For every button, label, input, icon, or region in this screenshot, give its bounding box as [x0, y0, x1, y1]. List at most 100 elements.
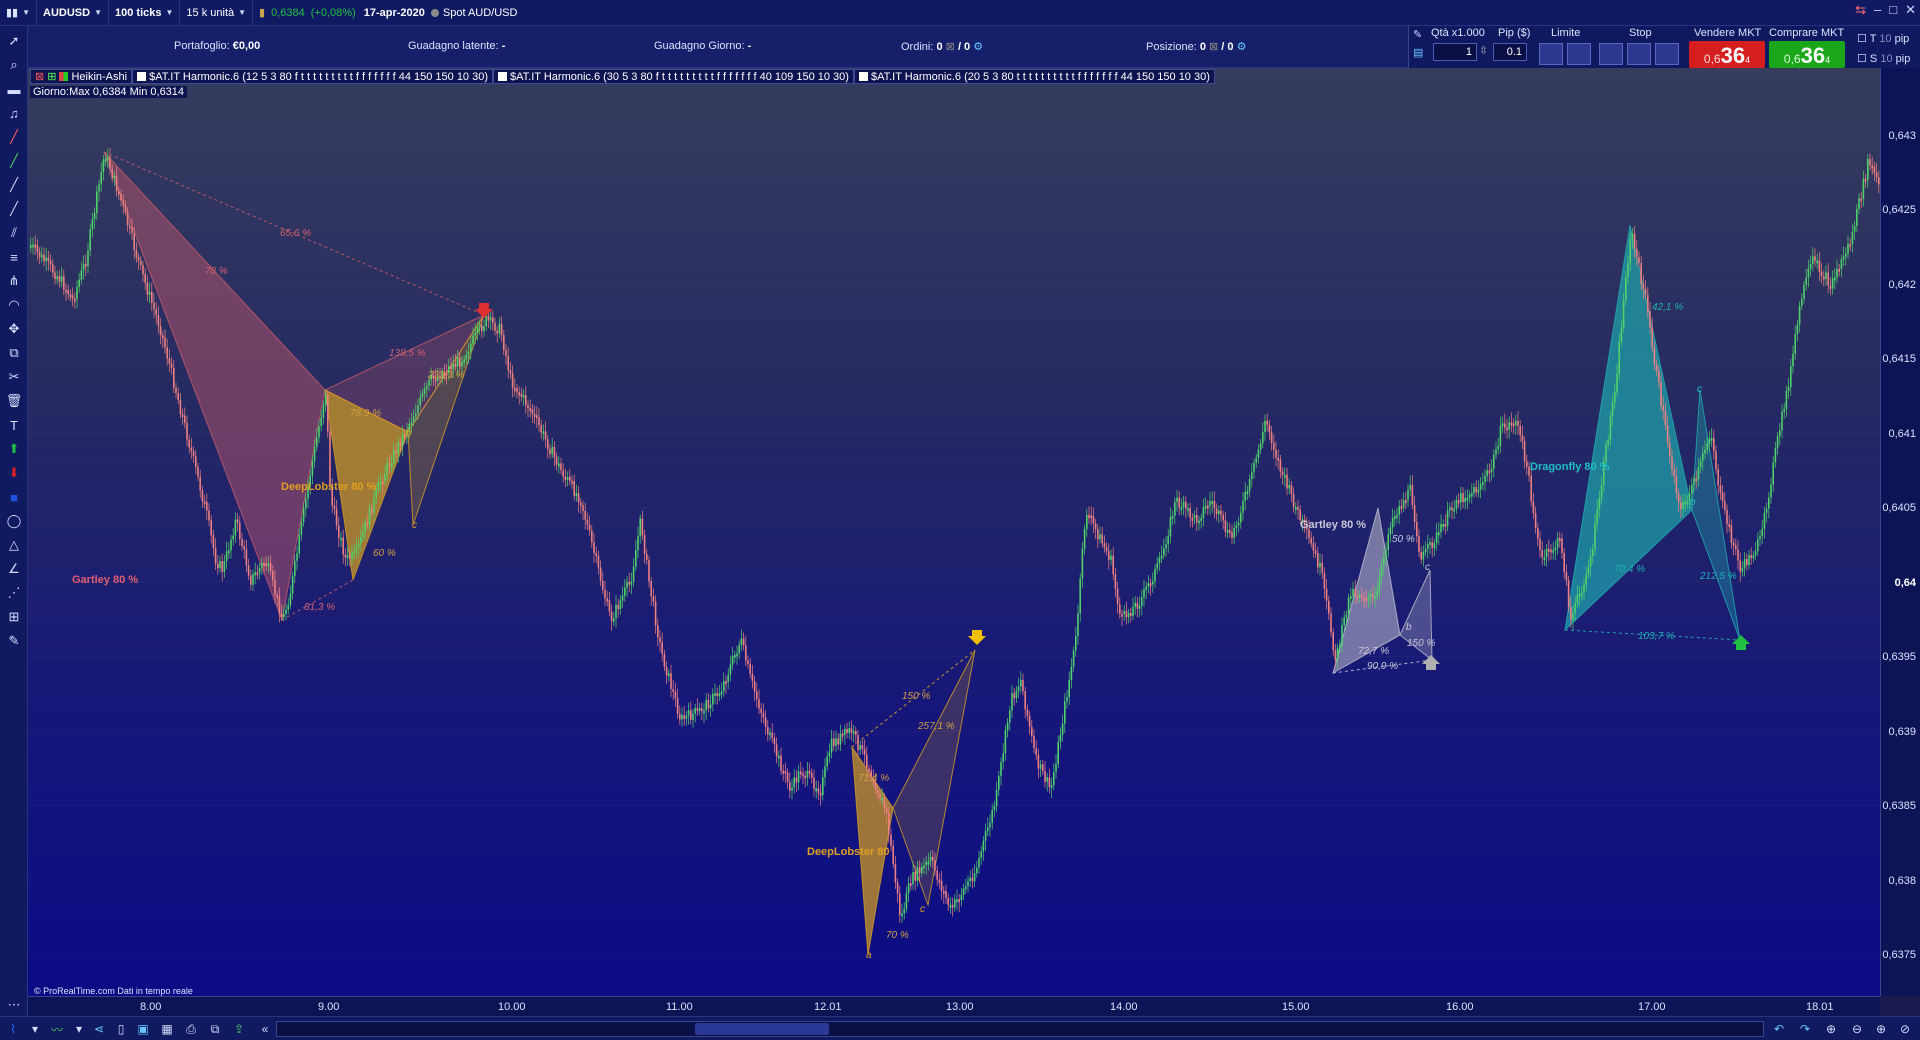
candle-body	[1193, 514, 1196, 519]
price-chart[interactable]: Gartley 80 % DeepLobster 80 % DeepLobster …	[28, 68, 1880, 996]
ticks-selector[interactable]: 100 ticks ▼	[109, 0, 181, 26]
legend-heikin-ashi[interactable]: ⊠ ⊞ Heikin-Ashi	[30, 69, 133, 84]
limit-buy-button[interactable]	[1539, 43, 1563, 65]
legend-harmonic-3[interactable]: $AT.IT Harmonic.6 (20 5 3 80 t t t t t t…	[853, 69, 1215, 84]
limit-sell-button[interactable]	[1567, 43, 1591, 65]
time-axis[interactable]: 8.00 9.00 10.00 11.00 12.01 13.00 14.00 …	[28, 996, 1880, 1016]
text-icon[interactable]: T	[4, 416, 24, 434]
candle-body	[265, 563, 267, 567]
candle-body	[1554, 547, 1557, 551]
more-icon[interactable]: ⋯	[4, 996, 24, 1014]
app-menu-button[interactable]: ▮▮ ▼	[0, 0, 38, 26]
pitchfork-icon[interactable]: ⋔	[4, 272, 24, 290]
symbol-selector[interactable]: AUDUSD ▼	[37, 0, 110, 26]
scrollbar-thumb[interactable]	[695, 1023, 829, 1035]
candle-body	[1706, 443, 1708, 450]
candle-body	[538, 417, 540, 426]
ray-icon[interactable]: ╱	[4, 200, 24, 218]
maximize-icon[interactable]: □	[1889, 2, 1897, 18]
position-field[interactable]: Posizione: 0 ⊠ / 0 ⚙	[1146, 40, 1246, 53]
candle-body	[1719, 485, 1722, 493]
candle-body	[1055, 764, 1057, 773]
arrow-up-icon[interactable]: ⬆	[4, 440, 24, 458]
line-icon[interactable]: ╱	[4, 176, 24, 194]
zoom-reset-icon[interactable]: ⊘	[1896, 1020, 1914, 1038]
chart-type-icon[interactable]: ⌇	[4, 1020, 22, 1038]
copy-icon[interactable]: ⧉	[4, 344, 24, 362]
fan-icon[interactable]: ⋰	[4, 584, 24, 602]
stop-buy-button[interactable]	[1599, 43, 1623, 65]
export-icon[interactable]: ⇪	[230, 1020, 248, 1038]
fib-icon[interactable]: ≡	[4, 248, 24, 266]
order-entry-box: ✎ ▤ Qtà x1.000 Pip ($) Limite Stop Vende…	[1408, 26, 1920, 68]
legend-harmonic-1[interactable]: $AT.IT Harmonic.6 (12 5 3 80 f t t t t t…	[132, 69, 494, 84]
redo-icon[interactable]: ↷	[1796, 1020, 1814, 1038]
candle-body	[1321, 562, 1323, 573]
zoom-icon[interactable]: ⌕	[4, 56, 24, 74]
stop-sell-button[interactable]	[1627, 43, 1651, 65]
ruler-icon[interactable]: ▬	[4, 80, 24, 98]
channel-icon[interactable]: ⫽	[4, 224, 24, 242]
wrench-icon[interactable]: ✎	[1413, 28, 1422, 41]
arrow-down-icon[interactable]: ⬇	[4, 464, 24, 482]
print-icon[interactable]: ⎙	[182, 1020, 200, 1038]
price-axis[interactable]: 0,643 0,6425 0,642 0,6415 0,641 0,6405 0…	[1880, 68, 1920, 996]
double-left-icon[interactable]: «	[256, 1020, 274, 1038]
indicator-icon[interactable]: 〰	[48, 1020, 66, 1038]
arc-icon[interactable]: ◠	[4, 296, 24, 314]
buy-market-button[interactable]: 0,6 36 4	[1769, 41, 1845, 68]
zoom-in-icon[interactable]: ⊕	[1872, 1020, 1890, 1038]
keyboard-icon[interactable]: ▤	[1413, 46, 1423, 59]
trash-icon[interactable]: 🗑	[4, 392, 24, 410]
triangle-icon[interactable]: △	[4, 536, 24, 554]
screenshot-icon[interactable]: ▣	[134, 1020, 152, 1038]
candle-body	[1218, 510, 1220, 514]
sell-market-button[interactable]: 0,6 36 4	[1689, 41, 1765, 68]
settings-icon[interactable]: ⊞	[47, 70, 56, 83]
qty-input[interactable]: 1	[1433, 43, 1477, 61]
move-icon[interactable]: ✥	[4, 320, 24, 338]
pointer-icon[interactable]: ➚	[4, 32, 24, 50]
table-icon[interactable]: ▦	[158, 1020, 176, 1038]
zoom-out-icon[interactable]: ⊖	[1848, 1020, 1866, 1038]
tools-icon[interactable]: ✂	[4, 368, 24, 386]
undo-icon[interactable]: ↶	[1770, 1020, 1788, 1038]
ellipse-icon[interactable]: ◯	[4, 512, 24, 530]
window-icon[interactable]: ⧉	[206, 1020, 224, 1038]
candle-body	[69, 294, 72, 298]
pip-input[interactable]: 0.1	[1493, 43, 1527, 61]
rectangle-icon[interactable]: ■	[4, 488, 24, 506]
candle-body	[780, 755, 782, 771]
s-checkbox[interactable]: ☐ S 10 pip	[1857, 52, 1910, 65]
chart-area[interactable]: Gartley 80 % DeepLobster 80 % DeepLobster …	[28, 68, 1880, 996]
orders-field[interactable]: Ordini: 0 ⊠ / 0 ⚙	[901, 40, 983, 53]
x-label: 17.00	[1638, 1001, 1666, 1013]
legend-harmonic-2[interactable]: $AT.IT Harmonic.6 (30 5 3 80 f t t t t t…	[493, 69, 854, 84]
chart-scrollbar[interactable]	[276, 1021, 1764, 1037]
undock-icon[interactable]: ⇆	[1855, 2, 1866, 18]
share-icon[interactable]: ⋖	[90, 1020, 108, 1038]
stop-extra-button[interactable]	[1655, 43, 1679, 65]
candle-body	[1292, 493, 1295, 508]
candle-body	[1422, 551, 1425, 560]
chevron-down-icon[interactable]: ▾	[70, 1020, 88, 1038]
legend-h1-label: $AT.IT Harmonic.6 (12 5 3 80 f t t t t t…	[149, 70, 489, 83]
chevron-down-icon[interactable]: ▾	[26, 1020, 44, 1038]
angle-icon[interactable]: ∠	[4, 560, 24, 578]
candle-body	[575, 493, 578, 497]
layout-icon[interactable]: ▯	[112, 1020, 130, 1038]
grid-icon[interactable]: ⊞	[4, 608, 24, 626]
t-checkbox[interactable]: ☐ T 10 pip	[1857, 32, 1909, 45]
trendline-green-icon[interactable]: ╱	[4, 152, 24, 170]
candle-body	[1262, 432, 1264, 444]
pen-icon[interactable]: ✎	[4, 632, 24, 650]
alert-bell-icon[interactable]: ♫	[4, 104, 24, 122]
stepper-icon[interactable]: ⇳	[1479, 44, 1488, 57]
close-icon[interactable]: ⊠	[35, 70, 44, 83]
minimize-icon[interactable]: –	[1874, 2, 1881, 18]
candle-body	[1589, 555, 1592, 568]
trendline-red-icon[interactable]: ╱	[4, 128, 24, 146]
close-icon[interactable]: ✕	[1905, 2, 1916, 18]
zoom-fit-icon[interactable]: ⊕	[1822, 1020, 1840, 1038]
units-selector[interactable]: 15 k unità ▼	[180, 0, 254, 26]
